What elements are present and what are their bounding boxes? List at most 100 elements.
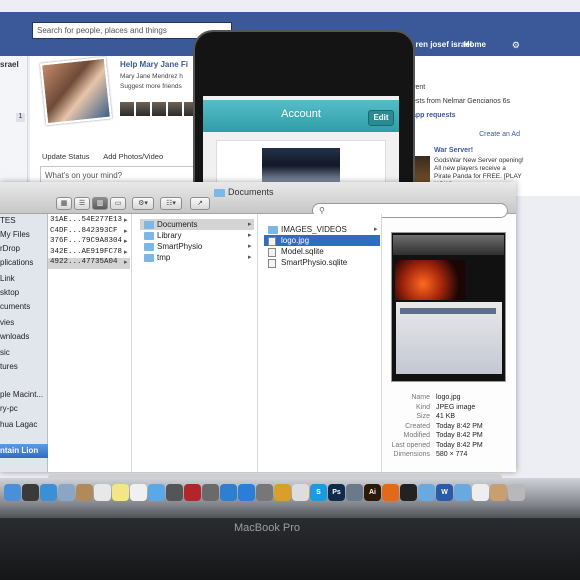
friend-requests-item[interactable]: ests from Nelmar Gencianos 6s — [412, 98, 510, 105]
column-view-button[interactable]: ▥ — [92, 197, 108, 210]
sidebar-item[interactable]: tures — [0, 362, 18, 371]
chevron-right-icon: ▸ — [124, 227, 128, 235]
metadata-label: Size — [416, 413, 430, 420]
sidebar-item[interactable]: My Files — [0, 230, 30, 239]
itunes-icon[interactable] — [220, 484, 237, 501]
column-1-item[interactable]: 4922...47735A04 — [50, 258, 118, 266]
sidebar-item[interactable]: wnloads — [0, 332, 29, 341]
xcode-icon[interactable] — [346, 484, 363, 501]
column-3-item[interactable]: Model.sqlite — [281, 247, 324, 256]
friend-thumbnail[interactable] — [168, 102, 182, 116]
safari-icon[interactable] — [40, 484, 57, 501]
metadata-value: 41 KB — [436, 413, 456, 420]
help-friend-text: Mary Jane Mendrez h Suggest more friends — [120, 73, 183, 90]
reminders-icon[interactable] — [130, 484, 147, 501]
finder-icon[interactable] — [4, 484, 21, 501]
column-1-item[interactable]: 342E...AE919FC78 — [50, 248, 122, 256]
facebook-left-name[interactable]: srael — [0, 60, 19, 69]
metadata-value: Today 8:42 PM — [436, 422, 483, 430]
calendar-icon[interactable] — [94, 484, 111, 501]
arrange-button[interactable]: ☷▾ — [160, 197, 182, 210]
file-icon — [268, 259, 276, 268]
sidebar-item[interactable]: rDrop — [0, 244, 20, 253]
dashboard-icon[interactable] — [22, 484, 39, 501]
preview-icon[interactable] — [292, 484, 309, 501]
window-title: Documents — [228, 187, 274, 197]
add-photos-tab[interactable]: Add Photos/Video — [103, 152, 163, 161]
column-1-item[interactable]: 31AE...54E277E13 — [50, 216, 122, 224]
iphoto-icon[interactable] — [202, 484, 219, 501]
friend-thumbnail[interactable] — [136, 102, 150, 116]
screen-photo: Search for people, places and things ren… — [0, 0, 580, 580]
mail-icon[interactable] — [58, 484, 75, 501]
create-ad-link[interactable]: Create an Ad — [408, 131, 520, 138]
chevron-right-icon: ▸ — [124, 217, 128, 224]
column-2-item[interactable]: tmp — [157, 253, 170, 262]
notes-icon[interactable] — [112, 484, 129, 501]
gear-icon[interactable]: ⚙ — [512, 40, 520, 51]
sidebar-item[interactable]: sktop — [0, 288, 19, 297]
trash-icon[interactable] — [508, 484, 525, 501]
facetime-icon[interactable] — [166, 484, 183, 501]
metadata-label: Last opened — [391, 441, 430, 449]
sidebar-item[interactable]: cuments — [0, 302, 30, 311]
photo-booth-icon[interactable] — [184, 484, 201, 501]
column-1-item[interactable]: C4DF...842393CF — [50, 227, 118, 235]
edit-button[interactable]: Edit — [368, 110, 394, 126]
sidebar-item[interactable]: ry-pc — [0, 404, 18, 413]
column-3-item[interactable]: IMAGES_VIDEOS — [281, 225, 347, 234]
terminal-icon[interactable] — [400, 484, 417, 501]
ad-title[interactable]: War Server! — [434, 147, 473, 154]
photoshop-icon[interactable]: Ps — [328, 484, 345, 501]
friend-thumbnail[interactable] — [152, 102, 166, 116]
illustrator-icon[interactable]: Ai — [364, 484, 381, 501]
metadata-value: 580 × 774 — [436, 451, 468, 458]
sidebar-item[interactable]: TES — [0, 216, 16, 225]
skype-icon[interactable]: S — [310, 484, 327, 501]
action-menu-button[interactable]: ⚙▾ — [132, 197, 154, 210]
icon-view-button[interactable]: ▦ — [56, 197, 72, 210]
cover-flow-button[interactable]: ▭ — [110, 197, 126, 210]
chevron-right-icon: ▸ — [124, 238, 128, 245]
help-friend-title[interactable]: Help Mary Jane Fi — [120, 60, 188, 69]
sidebar-item[interactable]: ntain Lion — [0, 446, 38, 455]
chrome-icon[interactable] — [274, 484, 291, 501]
friend-thumbnail[interactable] — [120, 102, 134, 116]
app-requests-item[interactable]: app requests — [412, 112, 456, 119]
downloads-icon[interactable] — [454, 484, 471, 501]
messages-icon[interactable] — [148, 484, 165, 501]
column-2-item[interactable]: Library — [157, 231, 181, 240]
folder-icon[interactable] — [418, 484, 435, 501]
stack-icon[interactable] — [490, 484, 507, 501]
notification-badge: 1 — [16, 113, 25, 122]
sidebar-item[interactable]: plications — [0, 258, 33, 267]
update-status-tab[interactable]: Update Status — [42, 152, 90, 161]
document-icon[interactable] — [472, 484, 489, 501]
sidebar-item[interactable]: vies — [0, 318, 14, 327]
column-3-item[interactable]: logo.jpg — [281, 236, 309, 245]
column-1-item[interactable]: 376F...79C9A8304 — [50, 237, 122, 245]
sidebar-item[interactable]: Link — [0, 274, 15, 283]
column-2-item[interactable]: SmartPhysio — [157, 242, 202, 251]
sidebar-item[interactable]: hua Lagac — [0, 420, 37, 429]
chevron-right-icon: ▸ — [124, 259, 128, 266]
app-store-icon[interactable] — [238, 484, 255, 501]
sidebar-item[interactable]: sic — [0, 348, 10, 357]
finder-window: Documents ▦ ☰ ▥ ▭ ⚙▾ ☷▾ ↗ ⚲ TES My Files r… — [0, 182, 516, 480]
metadata-value: logo.jpg — [436, 394, 461, 401]
sidebar-item[interactable]: ple Macint... — [0, 390, 43, 399]
firefox-icon[interactable] — [382, 484, 399, 501]
list-view-button[interactable]: ☰ — [74, 197, 90, 210]
metadata-label: Dimensions — [393, 451, 430, 458]
facebook-home-link[interactable]: Home — [464, 40, 486, 49]
word-icon[interactable]: W — [436, 484, 453, 501]
column-2-item[interactable]: Documents — [157, 220, 197, 229]
system-preferences-icon[interactable] — [256, 484, 273, 501]
chevron-right-icon: ▸ — [248, 221, 252, 228]
folder-icon — [144, 243, 154, 251]
share-button[interactable]: ↗ — [190, 197, 210, 210]
contacts-icon[interactable] — [76, 484, 93, 501]
file-icon — [268, 237, 276, 246]
friend-photo[interactable] — [39, 56, 113, 126]
column-3-item[interactable]: SmartPhysio.sqlite — [281, 258, 347, 267]
